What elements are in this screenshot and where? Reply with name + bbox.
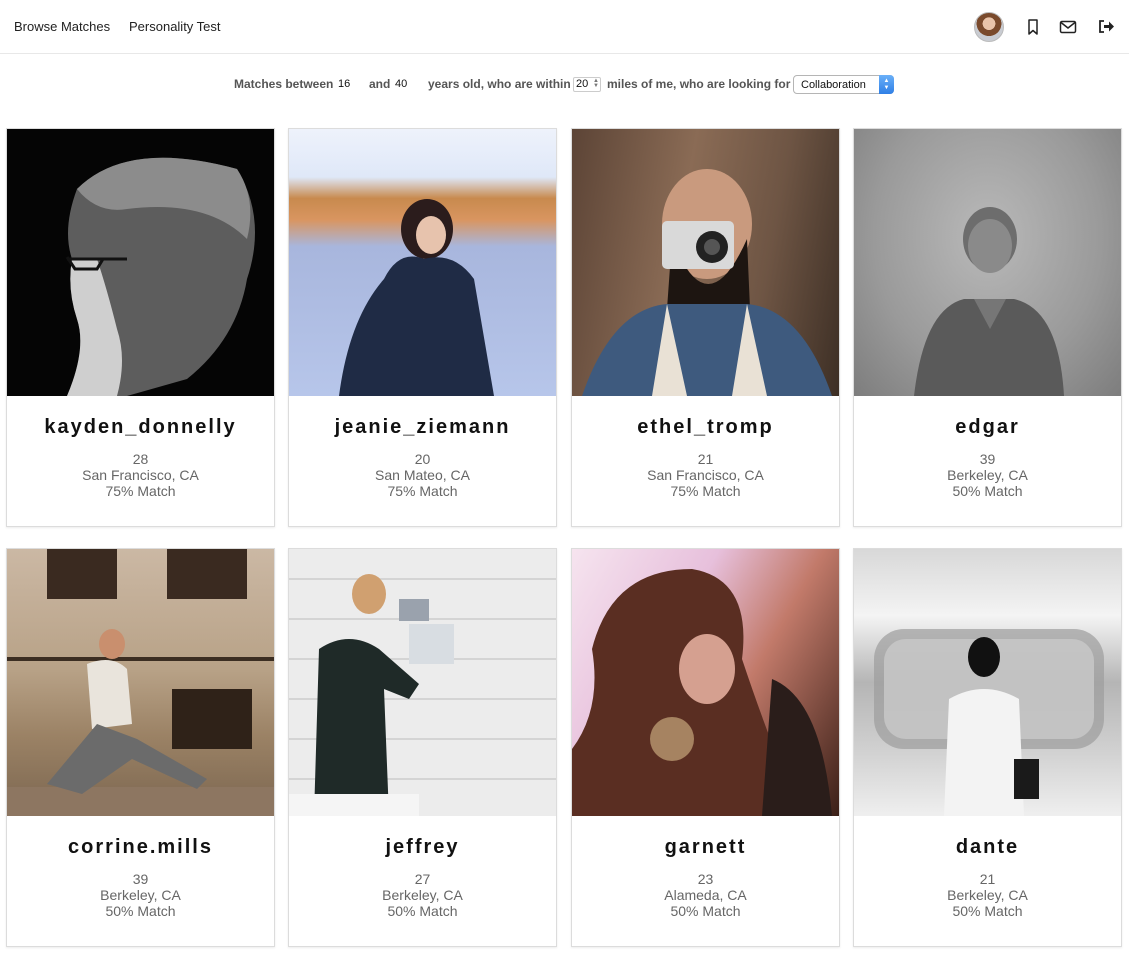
stepper-arrows-icon[interactable]: ▲ ▼ — [593, 78, 599, 90]
nav-browse-matches[interactable]: Browse Matches — [14, 19, 110, 34]
match-percent: 50% Match — [670, 903, 741, 919]
filter-prefix: Matches between — [234, 77, 334, 91]
match-location: San Francisco, CA — [647, 467, 764, 483]
card-info: corrine.mills 39 Berkeley, CA 50% Match — [7, 816, 274, 919]
profile-photo — [7, 549, 274, 816]
max-age-input[interactable]: 40 — [395, 78, 407, 90]
card-info: edgar 39 Berkeley, CA 50% Match — [854, 396, 1121, 499]
match-username[interactable]: garnett — [572, 836, 839, 859]
filter-years-label: years old, who are within — [428, 77, 571, 91]
min-age-input[interactable]: 16 — [338, 78, 350, 90]
match-location: San Mateo, CA — [375, 467, 470, 483]
card-info: kayden_donnelly 28 San Francisco, CA 75%… — [7, 396, 274, 499]
profile-photo — [572, 549, 839, 816]
distance-input[interactable]: 20 ▲ ▼ — [573, 77, 601, 92]
top-nav: Browse Matches Personality Test — [0, 0, 1129, 54]
match-age: 20 — [414, 451, 431, 467]
match-percent: 75% Match — [670, 483, 741, 499]
match-age: 21 — [697, 451, 714, 467]
match-username[interactable]: corrine.mills — [7, 836, 274, 859]
looking-for-value: Collaboration — [801, 79, 866, 91]
match-percent: 50% Match — [952, 903, 1023, 919]
match-age: 27 — [414, 871, 431, 887]
match-card[interactable]: dante 21 Berkeley, CA 50% Match — [853, 548, 1122, 947]
select-caret-icon: ▲ ▼ — [879, 75, 894, 94]
mail-icon[interactable] — [1058, 17, 1078, 37]
match-location: Berkeley, CA — [100, 887, 181, 903]
match-location: Berkeley, CA — [947, 467, 1028, 483]
match-username[interactable]: ethel_tromp — [572, 416, 839, 439]
profile-photo — [572, 129, 839, 396]
match-card[interactable]: corrine.mills 39 Berkeley, CA 50% Match — [6, 548, 275, 947]
avatar[interactable] — [974, 12, 1004, 42]
match-location: Alameda, CA — [664, 887, 747, 903]
match-username[interactable]: jeffrey — [289, 836, 556, 859]
match-username[interactable]: dante — [854, 836, 1121, 859]
match-percent: 75% Match — [387, 483, 458, 499]
match-age: 21 — [979, 871, 996, 887]
match-card[interactable]: kayden_donnelly 28 San Francisco, CA 75%… — [6, 128, 275, 527]
distance-value: 20 — [576, 78, 589, 90]
profile-photo — [854, 129, 1121, 396]
match-card[interactable]: jeffrey 27 Berkeley, CA 50% Match — [288, 548, 557, 947]
card-info: dante 21 Berkeley, CA 50% Match — [854, 816, 1121, 919]
match-username[interactable]: kayden_donnelly — [7, 416, 274, 439]
match-age: 28 — [132, 451, 149, 467]
match-percent: 75% Match — [105, 483, 176, 499]
profile-photo — [7, 129, 274, 396]
filter-miles-label: miles of me, who are looking for — [607, 77, 791, 91]
match-location: Berkeley, CA — [382, 887, 463, 903]
card-info: jeanie_ziemann 20 San Mateo, CA 75% Matc… — [289, 396, 556, 499]
card-info: garnett 23 Alameda, CA 50% Match — [572, 816, 839, 919]
match-card[interactable]: garnett 23 Alameda, CA 50% Match — [571, 548, 840, 947]
match-age: 39 — [132, 871, 149, 887]
match-location: Berkeley, CA — [947, 887, 1028, 903]
match-username[interactable]: jeanie_ziemann — [289, 416, 556, 439]
card-info: ethel_tromp 21 San Francisco, CA 75% Mat… — [572, 396, 839, 499]
looking-for-select[interactable]: Collaboration ▲ ▼ — [793, 75, 894, 94]
filter-and-label: and — [369, 77, 391, 91]
match-card[interactable]: edgar 39 Berkeley, CA 50% Match — [853, 128, 1122, 527]
card-info: jeffrey 27 Berkeley, CA 50% Match — [289, 816, 556, 919]
match-percent: 50% Match — [952, 483, 1023, 499]
logout-icon[interactable] — [1096, 17, 1116, 37]
profile-photo — [289, 129, 556, 396]
bookmark-icon[interactable] — [1023, 17, 1043, 37]
match-percent: 50% Match — [105, 903, 176, 919]
match-card[interactable]: ethel_tromp 21 San Francisco, CA 75% Mat… — [571, 128, 840, 527]
profile-photo — [854, 549, 1121, 816]
match-username[interactable]: edgar — [854, 416, 1121, 439]
match-age: 39 — [979, 451, 996, 467]
nav-personality-test[interactable]: Personality Test — [129, 19, 221, 34]
match-percent: 50% Match — [387, 903, 458, 919]
profile-photo — [289, 549, 556, 816]
match-location: San Francisco, CA — [82, 467, 199, 483]
match-age: 23 — [697, 871, 714, 887]
match-card[interactable]: jeanie_ziemann 20 San Mateo, CA 75% Matc… — [288, 128, 557, 527]
